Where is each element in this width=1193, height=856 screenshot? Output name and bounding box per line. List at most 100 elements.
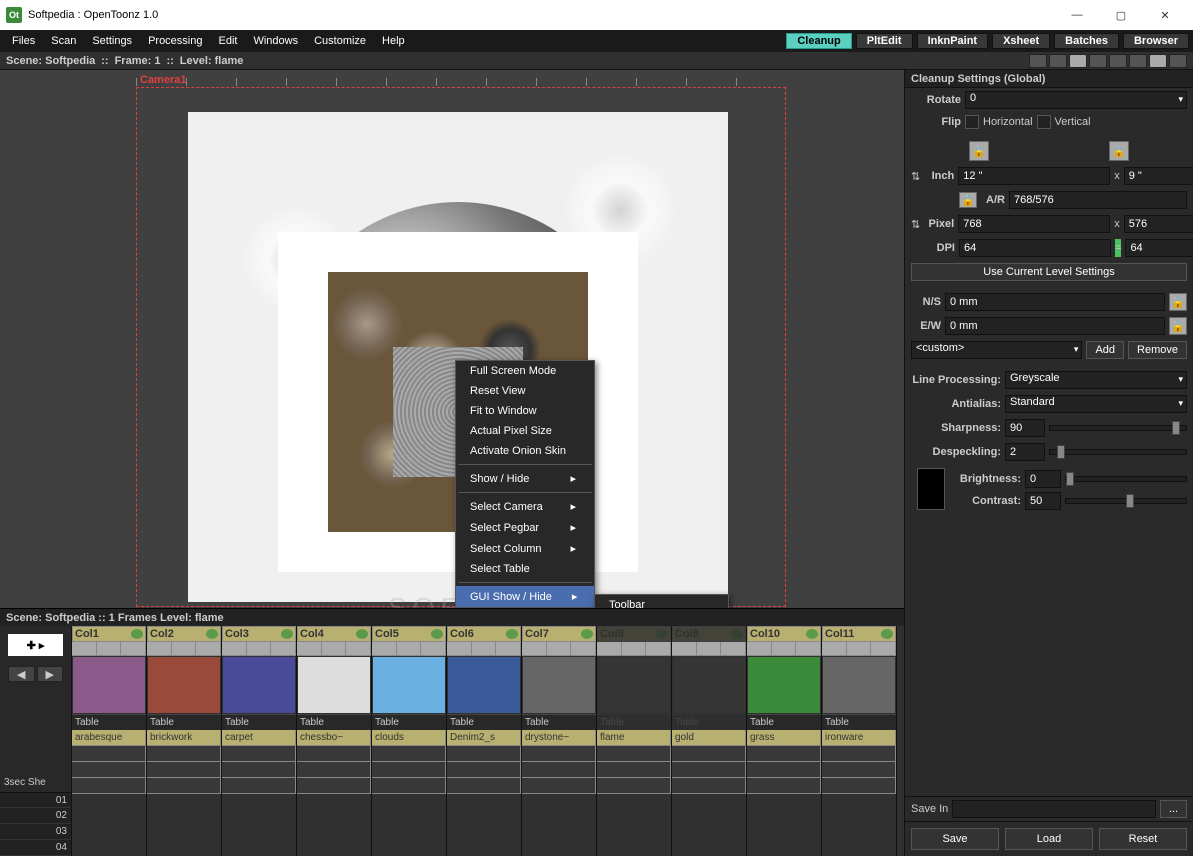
frame-cell-empty[interactable] bbox=[447, 746, 521, 762]
tab-inknpaint[interactable]: InknPaint bbox=[917, 33, 989, 49]
inch-width-input[interactable] bbox=[958, 167, 1110, 185]
frame-cell[interactable]: Denim2_s bbox=[447, 730, 521, 746]
column-toggles[interactable] bbox=[372, 642, 446, 656]
frame-cell[interactable]: chessbo~ bbox=[297, 730, 371, 746]
add-button[interactable]: Add bbox=[1086, 341, 1124, 359]
column-header[interactable]: Col4 bbox=[297, 626, 371, 642]
dpi-y-input[interactable] bbox=[1125, 239, 1193, 257]
frame-cell-empty[interactable] bbox=[297, 778, 371, 794]
column-thumbnail[interactable] bbox=[823, 657, 895, 713]
lock-icon[interactable]: 🔒 bbox=[1109, 141, 1129, 161]
eye-icon[interactable] bbox=[431, 629, 443, 639]
frame-cell-empty[interactable] bbox=[672, 746, 746, 762]
nav-next-button[interactable]: ▶ bbox=[37, 666, 64, 682]
frame-cell[interactable]: arabesque bbox=[72, 730, 146, 746]
frame-cell-empty[interactable] bbox=[597, 762, 671, 778]
column-toggles[interactable] bbox=[222, 642, 296, 656]
status-icon-3d[interactable] bbox=[1089, 54, 1107, 68]
frame-cell-empty[interactable] bbox=[72, 778, 146, 794]
column-thumbnail[interactable] bbox=[748, 657, 820, 713]
frame-cell-empty[interactable] bbox=[522, 746, 596, 762]
eye-icon[interactable] bbox=[581, 629, 593, 639]
menu-item[interactable]: Activate Onion Skin bbox=[456, 441, 594, 461]
status-icon-preview[interactable] bbox=[1149, 54, 1167, 68]
menu-customize[interactable]: Customize bbox=[306, 35, 374, 47]
frame-cell-empty[interactable] bbox=[822, 778, 896, 794]
lock-icon[interactable]: 🔒 bbox=[959, 192, 977, 208]
frame-cell-empty[interactable] bbox=[147, 778, 221, 794]
status-icon-1[interactable] bbox=[1029, 54, 1047, 68]
eye-icon[interactable] bbox=[656, 629, 668, 639]
column-header[interactable]: Col3 bbox=[222, 626, 296, 642]
frame-cell[interactable]: gold bbox=[672, 730, 746, 746]
lock-icon[interactable]: 🔓 bbox=[1169, 317, 1187, 335]
eye-icon[interactable] bbox=[731, 629, 743, 639]
column-header[interactable]: Col10 bbox=[747, 626, 821, 642]
sharpness-slider[interactable] bbox=[1049, 425, 1187, 431]
frame-cell-empty[interactable] bbox=[297, 746, 371, 762]
frame-cell-empty[interactable] bbox=[597, 778, 671, 794]
viewer[interactable]: Camera1 SOFTPEDIA Full Screen ModeReset … bbox=[0, 70, 904, 608]
tab-cleanup[interactable]: Cleanup bbox=[786, 33, 851, 49]
tab-batches[interactable]: Batches bbox=[1054, 33, 1119, 49]
frame-cell-empty[interactable] bbox=[372, 778, 446, 794]
menu-item[interactable]: Select Pegbar▸ bbox=[456, 517, 594, 538]
status-icon-5[interactable] bbox=[1129, 54, 1147, 68]
frame-cell-empty[interactable] bbox=[747, 762, 821, 778]
frame-cell[interactable]: ironware bbox=[822, 730, 896, 746]
table-label[interactable]: Table bbox=[72, 714, 146, 730]
column-thumbnail[interactable] bbox=[598, 657, 670, 713]
frame-cell-empty[interactable] bbox=[747, 746, 821, 762]
antialias-select[interactable]: Standard bbox=[1005, 395, 1187, 413]
lock-icon[interactable]: 🔓 bbox=[1169, 293, 1187, 311]
table-label[interactable]: Table bbox=[447, 714, 521, 730]
menu-item[interactable]: Select Column▸ bbox=[456, 538, 594, 559]
column-thumbnail[interactable] bbox=[448, 657, 520, 713]
frame-cell-empty[interactable] bbox=[372, 746, 446, 762]
row-number[interactable]: 01 bbox=[0, 792, 71, 808]
flip-vertical-checkbox[interactable] bbox=[1037, 115, 1051, 129]
frame-cell-empty[interactable] bbox=[147, 746, 221, 762]
aspect-ratio-input[interactable] bbox=[1009, 191, 1187, 209]
browse-button[interactable]: ... bbox=[1160, 800, 1187, 818]
tab-xsheet[interactable]: Xsheet bbox=[992, 33, 1050, 49]
remove-button[interactable]: Remove bbox=[1128, 341, 1187, 359]
frame-cell-empty[interactable] bbox=[597, 746, 671, 762]
menu-item[interactable]: Select Table bbox=[456, 559, 594, 579]
menu-windows[interactable]: Windows bbox=[245, 35, 306, 47]
column-toggles[interactable] bbox=[147, 642, 221, 656]
maximize-button[interactable]: ▢ bbox=[1099, 1, 1143, 29]
eye-icon[interactable] bbox=[356, 629, 368, 639]
frame-cell-empty[interactable] bbox=[72, 762, 146, 778]
brightness-slider[interactable] bbox=[1065, 476, 1187, 482]
row-number[interactable]: 03 bbox=[0, 824, 71, 840]
pixel-height-input[interactable] bbox=[1124, 215, 1193, 233]
column-thumbnail[interactable] bbox=[373, 657, 445, 713]
column-thumbnail[interactable] bbox=[148, 657, 220, 713]
frame-cell[interactable]: brickwork bbox=[147, 730, 221, 746]
rotate-select[interactable]: 0 bbox=[965, 91, 1187, 109]
tab-browser[interactable]: Browser bbox=[1123, 33, 1189, 49]
save-button[interactable]: Save bbox=[911, 828, 999, 850]
frame-cell-empty[interactable] bbox=[222, 778, 296, 794]
despeckling-input[interactable] bbox=[1005, 443, 1045, 461]
frame-cell[interactable]: drystone~ bbox=[522, 730, 596, 746]
reset-button[interactable]: Reset bbox=[1099, 828, 1187, 850]
status-icon-freeze[interactable] bbox=[1169, 54, 1187, 68]
despeckling-slider[interactable] bbox=[1049, 449, 1187, 455]
row-number[interactable]: 04 bbox=[0, 840, 71, 856]
column-header[interactable]: Col9 bbox=[672, 626, 746, 642]
frame-cell-empty[interactable] bbox=[147, 762, 221, 778]
column-header[interactable]: Col5 bbox=[372, 626, 446, 642]
menu-item[interactable]: GUI Show / Hide▸ bbox=[456, 586, 594, 607]
column-toggles[interactable] bbox=[297, 642, 371, 656]
eye-icon[interactable] bbox=[281, 629, 293, 639]
eye-icon[interactable] bbox=[206, 629, 218, 639]
table-label[interactable]: Table bbox=[297, 714, 371, 730]
nav-prev-button[interactable]: ◀ bbox=[8, 666, 35, 682]
flip-horizontal-checkbox[interactable] bbox=[965, 115, 979, 129]
preset-select[interactable]: <custom> bbox=[911, 341, 1082, 359]
column-header[interactable]: Col8 bbox=[597, 626, 671, 642]
add-frame-button[interactable]: ✚ ▸ bbox=[8, 634, 63, 656]
status-icon-grid[interactable] bbox=[1049, 54, 1067, 68]
